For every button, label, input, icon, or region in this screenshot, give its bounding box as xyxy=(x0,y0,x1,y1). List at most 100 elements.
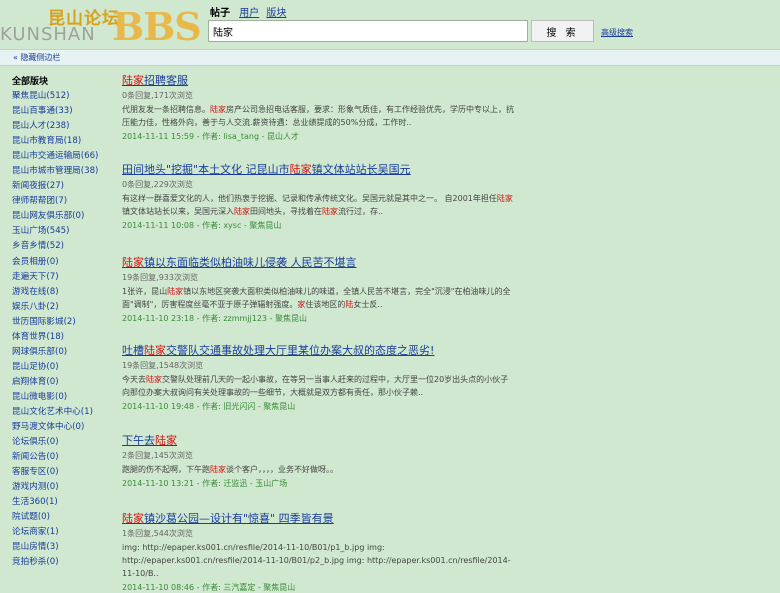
result-snippet: 今天去陆家交警队处理前几天的一起小事故，在等另一当事人赶来的过程中，大厅里一位2… xyxy=(122,373,514,399)
snippet-text: 代朋友发一条招聘信息。 xyxy=(122,105,210,114)
title-highlight: 陆家 xyxy=(144,344,166,357)
sidebar-item[interactable]: 启翔体育(0) xyxy=(12,375,112,390)
search-button[interactable]: 搜 索 xyxy=(531,20,594,42)
sidebar-item[interactable]: 网球俱乐部(0) xyxy=(12,345,112,360)
result-date: 2014-11-10 13:21 xyxy=(122,479,195,488)
result-snippet: 有这样一群喜爱文化的人，他们热衷于挖掘、记录和传承传统文化。吴国元就是其中之一。… xyxy=(122,192,514,218)
sidebar-item[interactable]: 体育世界(18) xyxy=(12,330,112,345)
snippet-text: 有这样一群喜爱文化的人，他们热衷于挖掘、记录和传承传统文化。吴国元就是其中之一。… xyxy=(122,194,497,203)
sidebar-item[interactable]: 昆山房情(3) xyxy=(12,540,112,555)
result-footer: 2014-11-10 13:21 - 作者: 迁监迅 - 玉山广场 xyxy=(122,478,522,489)
result-footer: 2014-11-11 15:59 - 作者: lisa_tang - 昆山人才 xyxy=(122,131,522,142)
title-text: 招聘客服 xyxy=(144,74,188,87)
result-snippet: 代朋友发一条招聘信息。陆家房产公司急招电话客服，要求：形象气质佳，有工作经验优先… xyxy=(122,103,514,129)
search-result: 吐槽陆家交警队交通事故处理大厅里某位办案大叔的态度之恶劣! 19条回复,1548次… xyxy=(122,342,522,412)
result-footer: 2014-11-10 23:18 - 作者: zzmmjj123 - 聚焦昆山 xyxy=(122,313,522,324)
tab-users[interactable]: 用户 xyxy=(239,8,259,19)
result-stats: 1条回复,544次浏览 xyxy=(122,529,193,538)
footer-separator: - xyxy=(194,402,203,411)
sidebar-item[interactable]: 院试题(0) xyxy=(12,510,112,525)
result-stats: 0条回复,229次浏览 xyxy=(122,180,193,189)
logo-en-text: KUNSHAN xyxy=(0,24,96,45)
sidebar-item[interactable]: 新闻夜报(27) xyxy=(12,179,112,194)
result-author[interactable]: 作者: zzmmjj123 - 聚焦昆山 xyxy=(202,314,307,323)
result-footer: 2014-11-11 10:08 - 作者: xysc - 聚焦昆山 xyxy=(122,220,522,231)
tab-sections[interactable]: 版块 xyxy=(266,8,286,19)
title-text: 镇以东面临类似柏油味儿侵袭 人民苦不堪言 xyxy=(144,256,357,269)
result-date: 2014-11-10 23:18 xyxy=(122,314,195,323)
sidebar-item[interactable]: 生活360(1) xyxy=(12,495,112,510)
footer-separator: - xyxy=(194,221,203,230)
result-author[interactable]: 作者: xysc - 聚焦昆山 xyxy=(202,221,281,230)
sidebar-item[interactable]: 昆山市教育局(18) xyxy=(12,134,112,149)
sidebar-item[interactable]: 律师帮帮团(7) xyxy=(12,194,112,209)
result-title-link[interactable]: 吐槽陆家交警队交通事故处理大厅里某位办案大叔的态度之恶劣! xyxy=(122,344,434,357)
sidebar-item[interactable]: 玉山广场(545) xyxy=(12,224,112,239)
sidebar-list: 聚焦昆山(512) 昆山百事通(33) 昆山人才(238) 昆山市教育局(18) 昆山市… xyxy=(12,89,112,571)
hide-sidebar-link[interactable]: « 隐藏侧边栏 xyxy=(13,52,60,63)
sidebar-item[interactable]: 论坛商家(1) xyxy=(12,525,112,540)
sidebar-item[interactable]: 昆山微电影(0) xyxy=(12,390,112,405)
snippet-text: 1张许，昆山 xyxy=(122,287,168,296)
result-author[interactable]: 作者: 旧光闪闪 - 聚焦昆山 xyxy=(202,402,295,411)
sidebar-item[interactable]: 昆山市交通运输局(66) xyxy=(12,149,112,164)
result-date: 2014-11-11 10:08 xyxy=(122,221,195,230)
result-stats: 19条回复,1548次浏览 xyxy=(122,361,204,370)
result-snippet: 1张许，昆山陆家镇以东地区突袭大面积类似柏油味儿的味道，全镇人民苦不堪言，完全"… xyxy=(122,285,514,311)
advanced-search-link[interactable]: 高级搜索 xyxy=(601,27,633,38)
search-result: 陆家招聘客服 0条回复,171次浏览 代朋友发一条招聘信息。陆家房产公司急招电话客服… xyxy=(122,72,522,142)
sidebar-item[interactable]: 昆山网友俱乐部(0) xyxy=(12,209,112,224)
snippet-highlight: 陆家 xyxy=(146,375,162,384)
snippet-text: 流行过，存.. xyxy=(338,207,384,216)
sidebar-item[interactable]: 昆山百事通(33) xyxy=(12,104,112,119)
site-logo[interactable]: 昆山论坛 KUNSHAN BBS xyxy=(0,2,202,49)
sidebar-item[interactable]: 聚焦昆山(512) xyxy=(12,89,112,104)
search-result: 陆家镇沙葛公园—设计有"惊喜" 四季皆有景 1条回复,544次浏览 img: htt… xyxy=(122,510,522,593)
snippet-highlight: 陆家 xyxy=(210,465,226,474)
result-date: 2014-11-11 15:59 xyxy=(122,132,195,141)
result-title-link[interactable]: 陆家招聘客服 xyxy=(122,74,188,87)
result-author[interactable]: 作者: 迁监迅 - 玉山广场 xyxy=(202,479,287,488)
sidebar-item[interactable]: 昆山文化艺术中心(1) xyxy=(12,405,112,420)
sidebar-item[interactable]: 昆山足协(0) xyxy=(12,360,112,375)
search-input[interactable] xyxy=(208,20,528,42)
result-snippet: 跑腿的伤不起啊，下午跑陆家谈个客户，，，，业务不好做呀。。 xyxy=(122,463,514,476)
sidebar-item[interactable]: 客服专区(0) xyxy=(12,465,112,480)
footer-separator: - xyxy=(194,479,203,488)
sidebar-item[interactable]: 昆山市城市管理局(38) xyxy=(12,164,112,179)
sidebar-item[interactable]: 新闻公告(0) xyxy=(12,450,112,465)
sidebar-item[interactable]: 世历国际影城(2) xyxy=(12,315,112,330)
title-text: 镇沙葛公园—设计有"惊喜" 四季皆有景 xyxy=(144,512,334,525)
result-title-link[interactable]: 陆家镇以东面临类似柏油味儿侵袭 人民苦不堪言 xyxy=(122,256,357,269)
snippet-text: 交警队处理前几天的一起小事故，在等另一当事人赶来的过程中，大厅里一位20岁出头点… xyxy=(122,375,509,397)
search-type-tabs: 帖子 用户 版块 xyxy=(210,4,290,19)
result-date: 2014-11-10 19:48 xyxy=(122,402,195,411)
snippet-text: 田间地头，寻找着在 xyxy=(250,207,322,216)
snippet-highlight: 陆家 xyxy=(167,287,184,296)
title-text: 下午去 xyxy=(122,434,155,447)
footer-separator: - xyxy=(194,132,203,141)
sidebar-item[interactable]: 娱乐八卦(2) xyxy=(12,300,112,315)
sidebar-item[interactable]: 野马渡文体中心(0) xyxy=(12,420,112,435)
snippet-text: 跑腿的伤不起啊，下午跑 xyxy=(122,465,210,474)
result-stats: 0条回复,171次浏览 xyxy=(122,91,193,100)
search-result: 田间地头"挖掘"本土文化 记昆山市陆家镇文体站站长吴国元 0条回复,229次浏览有… xyxy=(122,161,522,231)
sidebar-item[interactable]: 会员相册(0) xyxy=(12,255,112,270)
footer-separator: - xyxy=(194,314,203,323)
snippet-highlight: 陆家 xyxy=(210,105,226,114)
sidebar-toggle-bar: « 隐藏侧边栏 xyxy=(0,49,780,66)
result-title-link[interactable]: 下午去陆家 xyxy=(122,434,177,447)
tab-posts[interactable]: 帖子 xyxy=(210,8,230,19)
sidebar-heading[interactable]: 全部版块 xyxy=(12,74,112,89)
result-author[interactable]: 作者: lisa_tang - 昆山人才 xyxy=(202,132,299,141)
title-text: 田间地头"挖掘"本土文化 记昆山市 xyxy=(122,163,290,176)
result-title-link[interactable]: 田间地头"挖掘"本土文化 记昆山市陆家镇文体站站长吴国元 xyxy=(122,163,411,176)
sidebar-item[interactable]: 游戏在线(8) xyxy=(12,285,112,300)
sidebar-item[interactable]: 论坛俱乐(0) xyxy=(12,435,112,450)
sidebar-item[interactable]: 乡音乡情(52) xyxy=(12,239,112,254)
result-title-link[interactable]: 陆家镇沙葛公园—设计有"惊喜" 四季皆有景 xyxy=(122,512,334,525)
sidebar-item[interactable]: 游戏内测(0) xyxy=(12,480,112,495)
sidebar-item[interactable]: 竞拍秒杀(0) xyxy=(12,555,112,570)
sidebar-item[interactable]: 昆山人才(238) xyxy=(12,119,112,134)
sidebar-item[interactable]: 走遍天下(7) xyxy=(12,270,112,285)
